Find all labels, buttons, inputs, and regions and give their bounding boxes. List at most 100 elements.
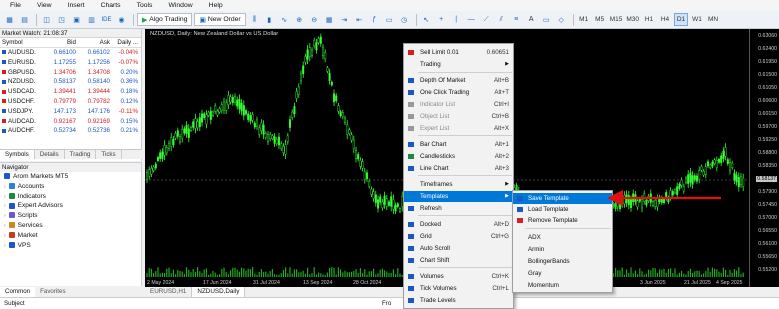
market-watch-row[interactable]: GBPUSD. 1.34706 1.34708 0.20%	[0, 68, 141, 78]
templates-item-bollingerbands[interactable]: BollingerBands	[513, 256, 612, 267]
chart-shift-icon[interactable]: ⇤	[353, 13, 366, 26]
tab-ticks[interactable]: Ticks	[96, 150, 122, 159]
tab-favorites[interactable]: Favorites	[35, 287, 70, 297]
navigator-item-services[interactable]: › Services	[0, 221, 141, 231]
tab-details[interactable]: Details	[35, 150, 65, 159]
templates-item-load-template[interactable]: Load Template	[513, 204, 612, 215]
text-icon[interactable]: A	[525, 13, 538, 26]
col-symbol[interactable]: Symbol	[0, 38, 40, 47]
trendline-icon[interactable]: ⟋	[480, 13, 493, 26]
horizontal-line-icon[interactable]: —	[465, 13, 478, 26]
market-watch-row[interactable]: AUDCHF. 0.52734 0.52736 0.21%	[0, 126, 141, 136]
menu-tools[interactable]: Tools	[137, 2, 153, 9]
context-menu-item-one-click-trading[interactable]: One Click Trading Alt+T	[404, 87, 513, 98]
context-menu-item-sell-limit-0-01[interactable]: Sell Limit 0.01 0.60651	[404, 47, 513, 58]
expand-arrow-icon[interactable]: ›	[4, 223, 6, 229]
expand-arrow-icon[interactable]: ›	[4, 203, 6, 209]
context-menu-item-trade-levels[interactable]: Trade Levels	[404, 295, 513, 306]
new-chart-icon[interactable]: ▦	[3, 13, 16, 26]
context-menu-item-bar-chart[interactable]: Bar Chart Alt+1	[404, 139, 513, 150]
candlesticks-icon[interactable]: ▮	[263, 13, 276, 26]
timeframe-m30[interactable]: M30	[625, 13, 640, 26]
data-window-icon[interactable]: ◳	[55, 13, 68, 26]
templates-item-armin[interactable]: Armin	[513, 244, 612, 255]
bar-chart-icon[interactable]: ⫼	[248, 13, 261, 26]
tab-common[interactable]: Common	[0, 287, 36, 297]
menu-window[interactable]: Window	[168, 2, 192, 9]
navigator-item-accounts[interactable]: › Accounts	[0, 182, 141, 192]
algo-trading-button[interactable]: ▶ Algo Trading	[137, 13, 193, 26]
auto-scroll-icon[interactable]: ⇥	[338, 13, 351, 26]
context-menu-item-line-chart[interactable]: Line Chart Alt+3	[404, 163, 513, 174]
market-watch-row[interactable]: USDCHF. 0.79779 0.79782 0.12%	[0, 97, 141, 107]
navigator-item-arom-markets-mt5[interactable]: Arom Markets MT5	[0, 172, 141, 182]
context-menu-item-grid[interactable]: Grid Ctrl+G	[404, 231, 513, 242]
periods-icon[interactable]: ◷	[398, 13, 411, 26]
templates-item-remove-template[interactable]: Remove Template	[513, 215, 612, 226]
timeframe-h1[interactable]: H1	[642, 13, 656, 26]
templates-item-momentum[interactable]: Momentum	[513, 280, 612, 291]
market-watch-row[interactable]: EURUSD. 1.17255 1.17256 -0.07%	[0, 58, 141, 68]
chart-tab-eurusd-h1[interactable]: EURUSD,H1	[145, 287, 193, 297]
zoom-in-icon[interactable]: ⊕	[293, 13, 306, 26]
indicators-icon[interactable]: ƒ	[368, 13, 381, 26]
navigator-item-scripts[interactable]: › Scripts	[0, 211, 141, 221]
expand-arrow-icon[interactable]: ›	[4, 184, 6, 190]
expand-arrow-icon[interactable]: ›	[4, 243, 6, 249]
templates-item-gray[interactable]: Gray	[513, 268, 612, 279]
context-menu-item-refresh[interactable]: Refresh	[404, 203, 513, 214]
timeframe-m1[interactable]: M1	[577, 13, 591, 26]
menu-charts[interactable]: Charts	[101, 2, 121, 9]
navigator-item-market[interactable]: › Market	[0, 231, 141, 241]
timeframe-m5[interactable]: M5	[593, 13, 607, 26]
templates-item-adx[interactable]: ADX	[513, 232, 612, 243]
col-bid[interactable]: Bid	[40, 38, 76, 47]
chart-tab-nzdusd-daily[interactable]: NZDUSD,Daily	[192, 287, 246, 297]
expand-arrow-icon[interactable]: ›	[4, 194, 6, 200]
menu-view[interactable]: View	[37, 2, 52, 9]
vertical-line-icon[interactable]: |	[450, 13, 463, 26]
label-icon[interactable]: ▭	[540, 13, 553, 26]
expand-arrow-icon[interactable]: ›	[4, 213, 6, 219]
zoom-out-icon[interactable]: ⊖	[308, 13, 321, 26]
fibonacci-icon[interactable]: ≡	[510, 13, 523, 26]
shapes-icon[interactable]: ◇	[555, 13, 568, 26]
market-watch-row[interactable]: AUDUSD. 0.66100 0.66102 -0.04%	[0, 48, 141, 58]
tab-symbols[interactable]: Symbols	[0, 150, 35, 159]
context-menu-item-templates[interactable]: Templates ▶	[404, 191, 513, 202]
market-watch-row[interactable]: USDCAD. 1.39441 1.39444 0.18%	[0, 87, 141, 97]
strategy-tester-icon[interactable]: ◉	[115, 13, 128, 26]
market-watch-row[interactable]: AUDCAD. 0.92167 0.92169 0.15%	[0, 117, 141, 127]
price-axis[interactable]: 0.63060 0.62400 0.61950 0.61500 0.61050 0.606…	[749, 29, 779, 287]
tile-windows-icon[interactable]: ▦	[323, 13, 336, 26]
from-column[interactable]: Fro	[382, 300, 391, 307]
navigator-item-vps[interactable]: › VPS	[0, 241, 141, 251]
context-menu-item-candlesticks[interactable]: Candlesticks Alt+2	[404, 151, 513, 162]
templates-item-save-template[interactable]: Save Template	[513, 193, 612, 204]
col-ask[interactable]: Ask	[76, 38, 110, 47]
timeframe-m15[interactable]: M15	[609, 13, 624, 26]
timeframe-d1[interactable]: D1	[674, 13, 688, 26]
context-menu-item-tick-volumes[interactable]: Tick Volumes Ctrl+L	[404, 283, 513, 294]
context-menu-item-volumes[interactable]: Volumes Ctrl+K	[404, 271, 513, 282]
line-chart-icon[interactable]: ∿	[278, 13, 291, 26]
menu-help[interactable]: Help	[209, 2, 223, 9]
timeframe-h4[interactable]: H4	[658, 13, 672, 26]
timeframe-mn[interactable]: MN	[706, 13, 720, 26]
context-menu-item-auto-scroll[interactable]: Auto Scroll	[404, 243, 513, 254]
subject-column[interactable]: Subject	[4, 300, 25, 307]
context-menu-item-chart-shift[interactable]: Chart Shift	[404, 255, 513, 266]
timeframe-w1[interactable]: W1	[690, 13, 704, 26]
crosshair-icon[interactable]: +	[435, 13, 448, 26]
menu-insert[interactable]: Insert	[68, 2, 85, 9]
navigator-item-indicators[interactable]: › Indicators	[0, 192, 141, 202]
new-order-button[interactable]: ▣ New Order	[194, 13, 246, 26]
context-menu-item-timeframes[interactable]: Timeframes ▶	[404, 179, 513, 190]
toolbox-icon[interactable]: ▥	[85, 13, 98, 26]
market-watch-row[interactable]: USDJPY. 147.173 147.176 -0.11%	[0, 107, 141, 117]
context-menu-item-trading[interactable]: Trading ▶	[404, 59, 513, 70]
cursor-icon[interactable]: ↖	[420, 13, 433, 26]
menu-file[interactable]: File	[10, 2, 21, 9]
market-watch-row[interactable]: NZDUSD. 0.58137 0.58140 0.36%	[0, 77, 141, 87]
channel-icon[interactable]: ⫽	[495, 13, 508, 26]
